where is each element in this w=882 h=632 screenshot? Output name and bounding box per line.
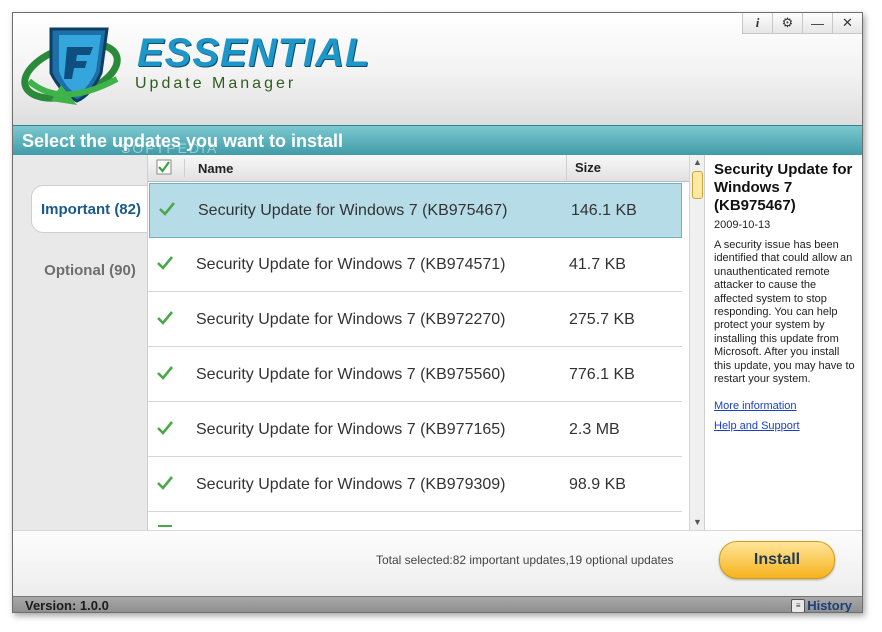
update-name: Security Update for Windows 7 (KB977165) [196,421,506,438]
minimize-icon[interactable]: — [802,13,832,34]
close-icon[interactable]: ✕ [832,13,862,34]
brand-title: ESSENTIAL [137,31,371,75]
window-controls: i ⚙ — ✕ [742,13,862,34]
checkbox-checked-icon[interactable] [156,255,174,271]
list-scrollbar[interactable]: ▲ ▼ [689,155,704,530]
update-name: Security Update for Windows 7 (KB975560) [196,366,506,383]
checkbox-checked-icon[interactable] [156,420,174,436]
scroll-down-icon[interactable]: ▼ [693,517,702,527]
history-label: History [807,598,852,613]
checkbox-checked-icon[interactable] [156,310,174,326]
update-name: Security Update for Windows 7 (KB972270) [196,311,506,328]
scroll-up-icon[interactable]: ▲ [693,157,702,167]
update-size: 2.3 MB [569,421,620,438]
scroll-thumb[interactable] [692,171,703,199]
instruction-banner: Select the updates you want to install S… [13,125,862,156]
shield-logo-icon [21,27,121,105]
column-size-header[interactable]: Size [566,155,601,181]
table-row[interactable]: Security Update for Windows 7 (KB975467)… [149,183,682,238]
version-label: Version: 1.0.0 [25,598,109,613]
footer-bar: Total selected:82 important updates,19 o… [13,530,862,597]
checkbox-checked-icon[interactable] [156,475,174,491]
detail-date: 2009-10-13 [714,219,771,231]
update-name: Security Update for Windows 7 (KB975467) [198,202,508,219]
gear-icon[interactable]: ⚙ [772,13,802,34]
app-window: ESSENTIAL Update Manager i ⚙ — ✕ Select … [12,12,863,613]
checkmark-icon [156,159,172,175]
main-area: Important (82) Optional (90) Name Size S… [13,155,862,530]
info-icon[interactable]: i [742,13,772,34]
brand-subtitle: Update Manager [135,75,297,92]
watermark: SOFTPEDIA [121,140,219,156]
details-pane: Security Update for Windows 7 (KB975467)… [704,155,862,530]
update-size: 41.7 KB [569,256,626,273]
table-row-partial[interactable] [148,513,682,530]
update-size: 275.7 KB [569,311,635,328]
table-row[interactable]: Security Update for Windows 7 (KB972270)… [148,293,682,347]
more-information-link[interactable]: More information [714,400,797,412]
update-name: Security Update for Windows 7 (KB979309) [196,476,506,493]
install-button[interactable]: Install [719,541,835,579]
tab-important[interactable]: Important (82) [31,185,150,233]
updates-list: Name Size Security Update for Windows 7 … [147,155,690,530]
detail-title: Security Update for Windows 7 (KB975467) [714,161,853,214]
help-support-link[interactable]: Help and Support [714,420,800,432]
status-bar: Version: 1.0.0 ≡ History [13,596,862,613]
list-header: Name Size [148,155,690,182]
update-size: 146.1 KB [571,202,637,219]
checkbox-checked-icon[interactable] [156,365,174,381]
detail-description: A security issue has been identified tha… [714,239,855,386]
table-row[interactable]: Security Update for Windows 7 (KB979309)… [148,458,682,512]
app-header: ESSENTIAL Update Manager i ⚙ — ✕ [13,13,862,125]
column-name-header[interactable]: Name [198,161,233,176]
table-row[interactable]: Security Update for Windows 7 (KB977165)… [148,403,682,457]
checkbox-checked-icon[interactable] [158,201,176,217]
update-name: Security Update for Windows 7 (KB974571) [196,256,506,273]
history-icon: ≡ [791,598,806,612]
update-size: 776.1 KB [569,366,635,383]
select-all-checkbox[interactable] [156,159,185,177]
table-row[interactable]: Security Update for Windows 7 (KB974571)… [148,238,682,292]
update-size: 98.9 KB [569,476,626,493]
tab-optional[interactable]: Optional (90) [31,247,149,293]
history-button[interactable]: ≡ History [791,598,852,613]
table-row[interactable]: Security Update for Windows 7 (KB975560)… [148,348,682,402]
total-selected-text: Total selected:82 important updates,19 o… [376,553,674,567]
